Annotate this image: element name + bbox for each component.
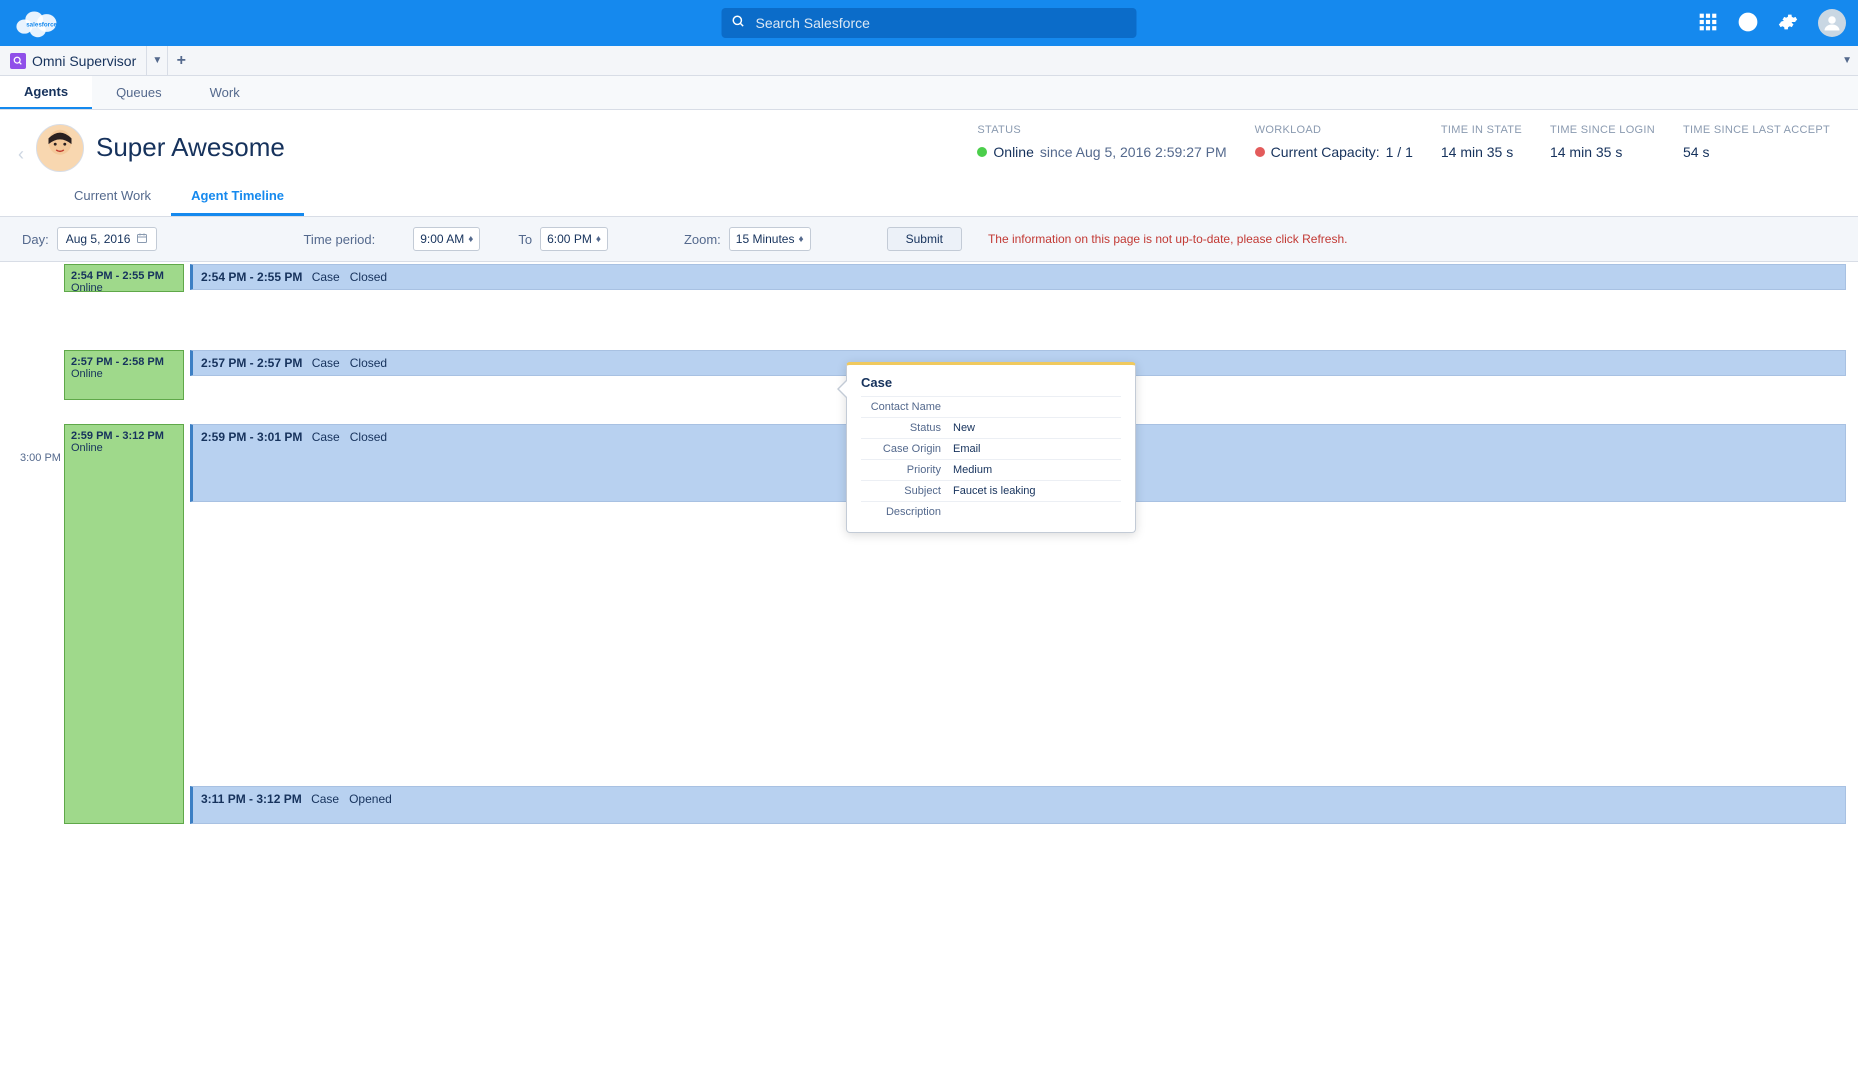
timeline-row: 2:54 PM - 2:55 PM Online 2:54 PM - 2:55 …	[64, 264, 1846, 294]
time-since-login-label: TIME SINCE LOGIN	[1550, 124, 1655, 136]
agent-name: Super Awesome	[96, 132, 285, 172]
global-search-wrap	[722, 8, 1137, 38]
tab-agent-timeline[interactable]: Agent Timeline	[171, 178, 304, 216]
tab-queues[interactable]: Queues	[92, 76, 186, 109]
tab-agents[interactable]: Agents	[0, 76, 92, 109]
help-icon[interactable]	[1738, 12, 1758, 35]
workload-value: Current Capacity: 1 / 1	[1255, 144, 1413, 160]
popover-title: Case	[861, 375, 1121, 396]
status-block[interactable]: 2:57 PM - 2:58 PM Online	[64, 350, 184, 400]
zoom-select[interactable]: 15 Minutes♦	[729, 227, 811, 251]
calendar-icon	[136, 232, 148, 247]
agent-detail-tabs: Current Work Agent Timeline	[0, 172, 1858, 217]
new-tab-button[interactable]: +	[168, 46, 194, 76]
back-chevron-icon[interactable]: ‹	[18, 144, 24, 172]
time-in-state-value: 14 min 35 s	[1441, 144, 1522, 160]
timeline-row: 2:59 PM - 3:12 PM Online 2:59 PM - 3:01 …	[64, 424, 1846, 828]
header-actions	[1698, 9, 1846, 37]
timeline-lanes: 2:54 PM - 2:55 PM Online 2:54 PM - 2:55 …	[64, 264, 1846, 828]
agent-avatar	[36, 124, 84, 172]
tab-current-work[interactable]: Current Work	[54, 178, 171, 216]
status-label: STATUS	[977, 124, 1226, 136]
time-gutter: 3:00 PM	[20, 264, 64, 828]
app-name-label: Omni Supervisor	[32, 53, 136, 69]
svg-text:salesforce: salesforce	[26, 22, 57, 29]
submit-button[interactable]: Submit	[887, 227, 962, 251]
timeline-filter-bar: Day: Aug 5, 2016 Time period: 9:00 AM♦ T…	[0, 217, 1858, 262]
app-context-bar: Omni Supervisor ▼ + ▼	[0, 46, 1858, 76]
gutter-time-label: 3:00 PM	[20, 452, 64, 464]
app-menu-caret[interactable]: ▼	[1842, 55, 1858, 66]
workload-label: WORKLOAD	[1255, 124, 1413, 136]
status-block[interactable]: 2:59 PM - 3:12 PM Online	[64, 424, 184, 824]
capacity-dot	[1255, 147, 1265, 157]
tab-work[interactable]: Work	[186, 76, 264, 109]
global-header: salesforce	[0, 0, 1858, 46]
time-since-last-accept-value: 54 s	[1683, 144, 1830, 160]
timeline: 3:00 PM 2:54 PM - 2:55 PM Online 2:54 PM…	[0, 262, 1858, 828]
agent-header: ‹ Super Awesome STATUS Online since Aug …	[0, 110, 1858, 172]
online-status-dot	[977, 147, 987, 157]
work-item[interactable]: 3:11 PM - 3:12 PM Case Opened	[190, 786, 1846, 824]
gear-icon[interactable]	[1778, 12, 1798, 35]
to-label: To	[518, 232, 532, 247]
search-icon	[732, 15, 746, 32]
time-since-last-accept-label: TIME SINCE LAST ACCEPT	[1683, 124, 1830, 136]
time-since-login-value: 14 min 35 s	[1550, 144, 1655, 160]
day-label: Day:	[22, 232, 49, 247]
time-period-label: Time period:	[303, 232, 375, 247]
zoom-label: Zoom:	[684, 232, 721, 247]
time-in-state-label: TIME IN STATE	[1441, 124, 1522, 136]
case-detail-popover: Case Contact Name StatusNew Case OriginE…	[846, 362, 1136, 533]
refresh-warning: The information on this page is not up-t…	[988, 232, 1348, 246]
time-from-select[interactable]: 9:00 AM♦	[413, 227, 480, 251]
omni-icon	[10, 53, 26, 69]
time-to-select[interactable]: 6:00 PM♦	[540, 227, 608, 251]
app-name-tab[interactable]: Omni Supervisor	[0, 53, 146, 69]
day-picker[interactable]: Aug 5, 2016	[57, 227, 158, 251]
search-input[interactable]	[722, 8, 1137, 38]
work-item[interactable]: 2:54 PM - 2:55 PM Case Closed	[190, 264, 1846, 290]
status-block[interactable]: 2:54 PM - 2:55 PM Online	[64, 264, 184, 292]
tab-menu-caret[interactable]: ▼	[146, 46, 168, 76]
workspace-subtabs: Agents Queues Work	[0, 76, 1858, 110]
salesforce-logo[interactable]: salesforce	[12, 7, 60, 39]
agent-stats: STATUS Online since Aug 5, 2016 2:59:27 …	[977, 124, 1840, 172]
app-launcher-icon[interactable]	[1698, 12, 1718, 35]
status-value: Online since Aug 5, 2016 2:59:27 PM	[977, 144, 1226, 160]
user-avatar-icon[interactable]	[1818, 9, 1846, 37]
